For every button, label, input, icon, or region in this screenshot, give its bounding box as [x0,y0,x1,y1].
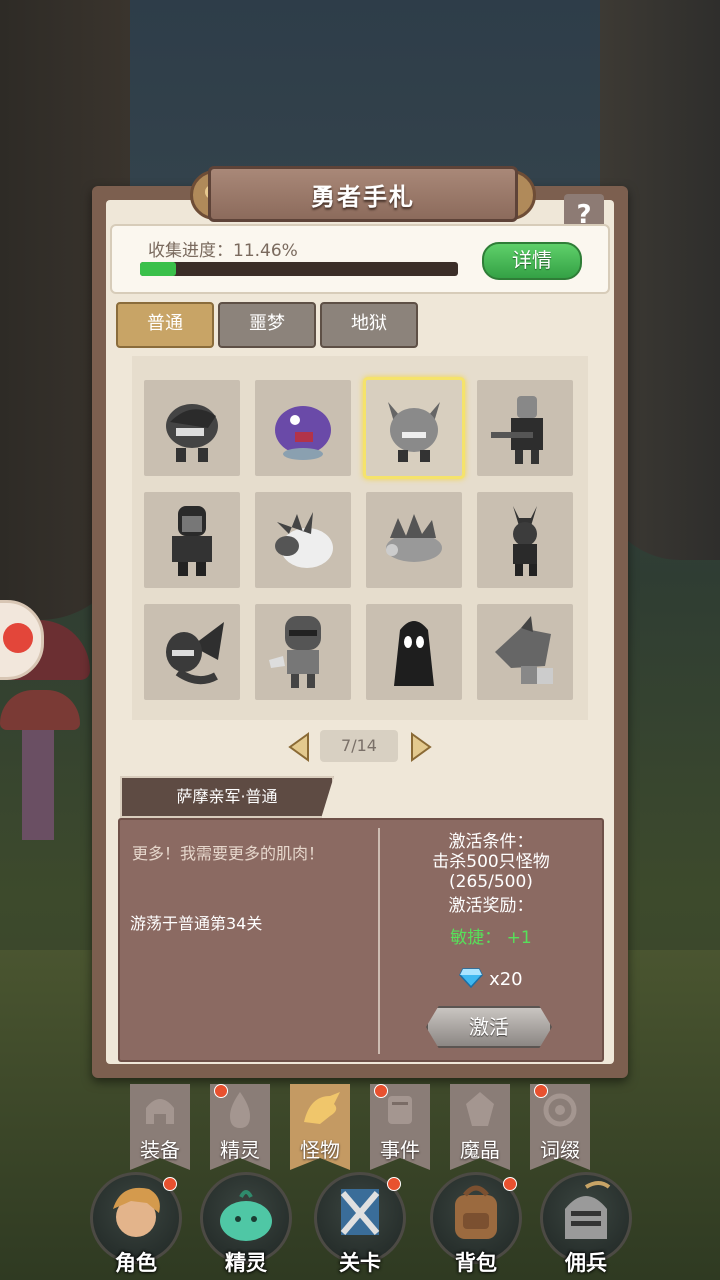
tab-normal[interactable]: 普通 [116,302,214,348]
monster-slot[interactable] [366,380,462,476]
monster-slot[interactable] [366,604,462,700]
spiky-lizard-icon [380,504,448,576]
notification-dot [387,1177,401,1191]
panel-title: 勇者手札 [208,166,518,222]
dragon-icon [300,1090,344,1135]
nav-backpack[interactable]: 背包 [430,1172,522,1275]
horned-brute-icon [380,392,448,464]
backpack-icon [441,1179,511,1253]
monster-slot[interactable] [144,604,240,700]
monster-slot[interactable] [144,492,240,588]
page-indicator: 7/14 [320,730,398,762]
nav-crossed-swords[interactable]: 关卡 [314,1172,406,1275]
progress-label: 收集进度：11.46% [148,241,298,261]
flame-spirit-icon [220,1090,260,1135]
monster-slot[interactable] [255,492,351,588]
shark-monster-icon [158,392,226,464]
subtab-4[interactable]: 魔晶 [450,1084,510,1170]
nav-knight-helm[interactable]: 佣兵 [540,1172,632,1275]
subtab-label: 事件 [380,1138,420,1162]
notification-dot [534,1084,548,1098]
scroll-icon [380,1090,420,1135]
crossed-swords-icon [325,1179,395,1253]
progress-fill [140,262,177,276]
next-page-icon[interactable] [406,730,436,764]
activation-panel: 激活条件： 击杀500只怪物 (265/500) 激活奖励： 敏捷： +1 x2… [382,832,600,990]
knight-helm-icon [551,1179,621,1253]
reward-title: 激活奖励： [448,896,534,916]
spiral-icon [540,1090,580,1135]
subtab-label: 怪物 [300,1138,340,1162]
subtab-2[interactable]: 怪物 [290,1084,350,1170]
prev-page-icon[interactable] [284,730,314,764]
purple-ogre-icon [269,392,337,464]
condition-title: 激活条件： [448,832,534,852]
monster-grid [132,356,588,720]
monster-slot[interactable] [255,380,351,476]
notification-dot [374,1084,388,1098]
monster-slot[interactable] [477,604,573,700]
reward-gem: x20 [382,968,600,990]
info-divider [378,828,380,1054]
nav-label: 精灵 [225,1251,267,1275]
notification-dot [214,1084,228,1098]
monster-slot[interactable] [477,492,573,588]
shadow-reaper-icon [380,616,448,688]
progress-bar [140,262,458,276]
helmet-knight-icon [269,616,337,688]
helmet-icon [140,1090,180,1135]
collection-progress: 收集进度：11.46% 详情 [110,224,610,294]
hooded-thug-icon [158,504,226,576]
masked-gunner-icon [491,392,559,464]
condition-progress: (265/500) [449,872,533,892]
detail-button[interactable]: 详情 [482,242,582,280]
bottom-navigation: 角色 精灵 关卡 背包 佣兵 [0,1164,720,1280]
monster-slot[interactable] [477,380,573,476]
subtab-label: 魔晶 [460,1138,500,1162]
notification-dot [163,1177,177,1191]
armored-beast-icon [491,616,559,688]
nav-hero-portrait[interactable]: 角色 [90,1172,182,1275]
monster-info-box: 更多！我需要更多的肌肉！ 游荡于普通第34关 激活条件： 击杀500只怪物 (2… [118,818,604,1062]
reward-gem-count: x20 [489,969,523,990]
monster-slot[interactable] [366,492,462,588]
monster-slot[interactable] [255,604,351,700]
nav-label: 角色 [115,1251,157,1275]
activate-button[interactable]: 激活 [426,1006,552,1048]
condition-text: 击杀500只怪物 [432,852,550,872]
subtab-label: 装备 [140,1138,180,1162]
subtab-label: 精灵 [220,1138,260,1162]
hero-portrait-icon [101,1179,171,1253]
journal-subtabs: 装备 精灵 怪物 事件 魔晶 词缀 [130,1084,600,1174]
crystal-icon [460,1090,500,1135]
subtab-label: 词缀 [540,1138,580,1162]
monster-quote: 更多！我需要更多的肌肉！ [132,844,325,863]
monster-name: 萨摩亲军·普通 [120,776,334,818]
nav-slime[interactable]: 精灵 [200,1172,292,1275]
spiked-sheep-icon [269,504,337,576]
tab-hell[interactable]: 地狱 [320,302,418,348]
reward-stat: 敏捷： +1 [450,928,532,948]
winged-dragon-icon [158,616,226,688]
nav-label: 佣兵 [565,1251,607,1275]
nav-label: 背包 [455,1251,497,1275]
subtab-0[interactable]: 装备 [130,1084,190,1170]
monster-slot[interactable] [144,380,240,476]
pagination: 7/14 [284,730,436,764]
tab-nightmare[interactable]: 噩梦 [218,302,316,348]
difficulty-tabs: 普通 噩梦 地狱 [116,302,418,348]
diamond-icon [459,968,484,989]
monster-location: 游荡于普通第34关 [130,914,263,933]
jackal-warrior-icon [491,504,559,576]
notification-dot [503,1177,517,1191]
slime-icon [211,1179,281,1253]
nav-label: 关卡 [339,1251,381,1275]
